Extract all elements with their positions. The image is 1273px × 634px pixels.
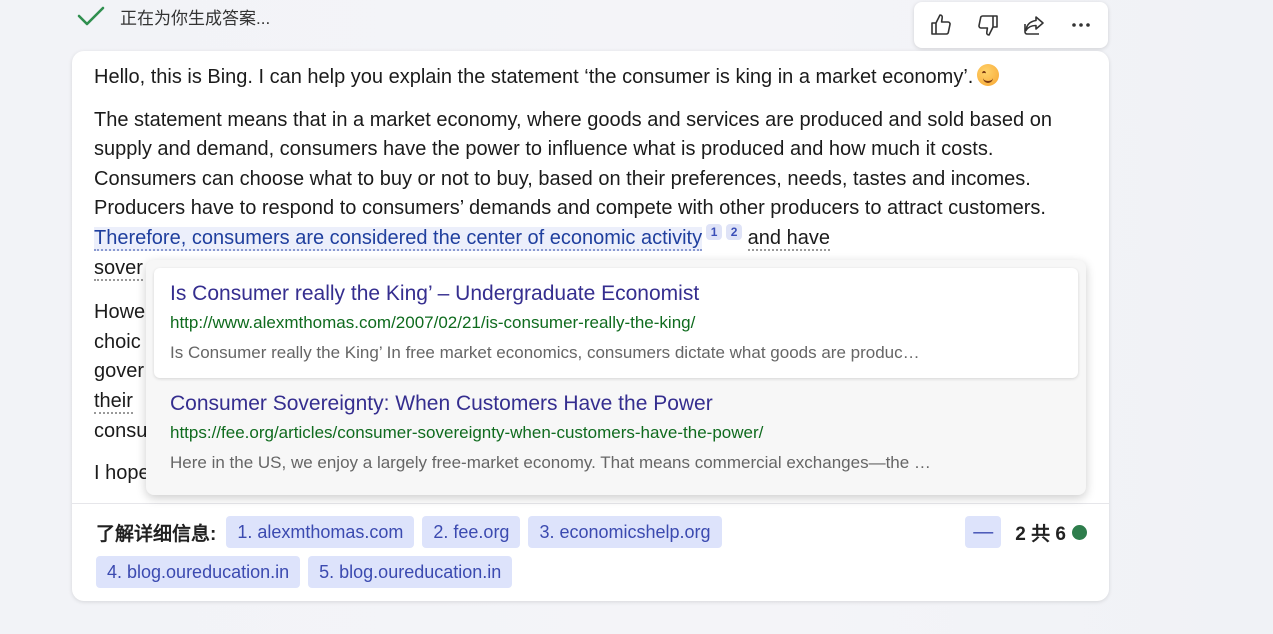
answer-paragraph: Hello, this is Bing. I can help you expl… [94,63,1089,93]
generating-status: 正在为你生成答案... [76,2,270,30]
citation-result-1[interactable]: Is Consumer really the King’ – Undergrad… [154,268,1078,378]
learn-more-label: 了解详细信息: [96,523,217,545]
source-link-4[interactable]: 4. blog.oureducation.in [96,556,301,588]
paragraph-text: gover [94,360,145,383]
share-icon [1024,16,1045,35]
citation-popup: Is Consumer really the King’ – Undergrad… [146,260,1086,495]
more-options-button[interactable] [1061,5,1101,45]
thumbs-up-icon [931,14,952,35]
checkmark-icon [77,6,105,26]
smiley-emoji-icon [977,64,1000,86]
learn-more-section: 了解详细信息: 1. alexmthomas.com 2. fee.org 3.… [96,516,1086,596]
response-toolbar [914,2,1108,48]
chat-page: 正在为你生成答案... Hello, this is Bing. I can h… [0,0,1273,634]
thumbs-down-icon [977,15,998,36]
citation-1[interactable]: 1 [706,223,723,240]
like-button[interactable] [921,5,961,45]
collapse-button[interactable]: — [965,516,1002,548]
more-dots-icon [1071,23,1090,27]
paragraph-text: Howe [94,301,146,324]
paragraph-text: sover [94,256,143,281]
paragraph-text: I hope [94,462,150,485]
cited-statement-continuation[interactable]: and have [747,226,830,251]
result-snippet: Is Consumer really the King’ In free mar… [170,343,920,362]
turn-count: 2 共 6 [1015,523,1066,545]
result-title[interactable]: Is Consumer really the King’ – Undergrad… [170,280,1062,308]
intro-text: Hello, this is Bing. I can help you expl… [94,66,974,88]
source-link-1[interactable]: 1. alexmthomas.com [226,516,415,548]
share-button[interactable] [1014,5,1054,45]
result-url[interactable]: http://www.alexmthomas.com/2007/02/21/is… [170,310,1062,336]
citation-2[interactable]: 2 [726,223,743,240]
dislike-button[interactable] [968,5,1008,45]
paragraph-text: The statement means that in a market eco… [94,108,1052,220]
citation-result-2[interactable]: Consumer Sovereignty: When Customers Hav… [154,378,1078,488]
turn-counter: — 2 共 6 [965,516,1087,548]
result-title[interactable]: Consumer Sovereignty: When Customers Hav… [170,390,1062,418]
result-snippet: Here in the US, we enjoy a largely free-… [170,453,931,472]
result-url[interactable]: https://fee.org/articles/consumer-sovere… [170,420,1062,446]
status-dot-icon [1072,524,1087,540]
paragraph-text: consu [94,419,148,442]
cited-statement-link[interactable]: Therefore, consumers are considered the … [94,226,703,251]
paragraph-text: choic [94,330,141,353]
answer-paragraph: The statement means that in a market eco… [94,106,1089,286]
source-link-5[interactable]: 5. blog.oureducation.in [308,556,513,588]
source-link-3[interactable]: 3. economicshelp.org [528,516,722,548]
source-link-2[interactable]: 2. fee.org [422,516,521,548]
divider [72,503,1109,504]
paragraph-text: their [94,389,133,414]
status-text: 正在为你生成答案... [120,8,271,28]
